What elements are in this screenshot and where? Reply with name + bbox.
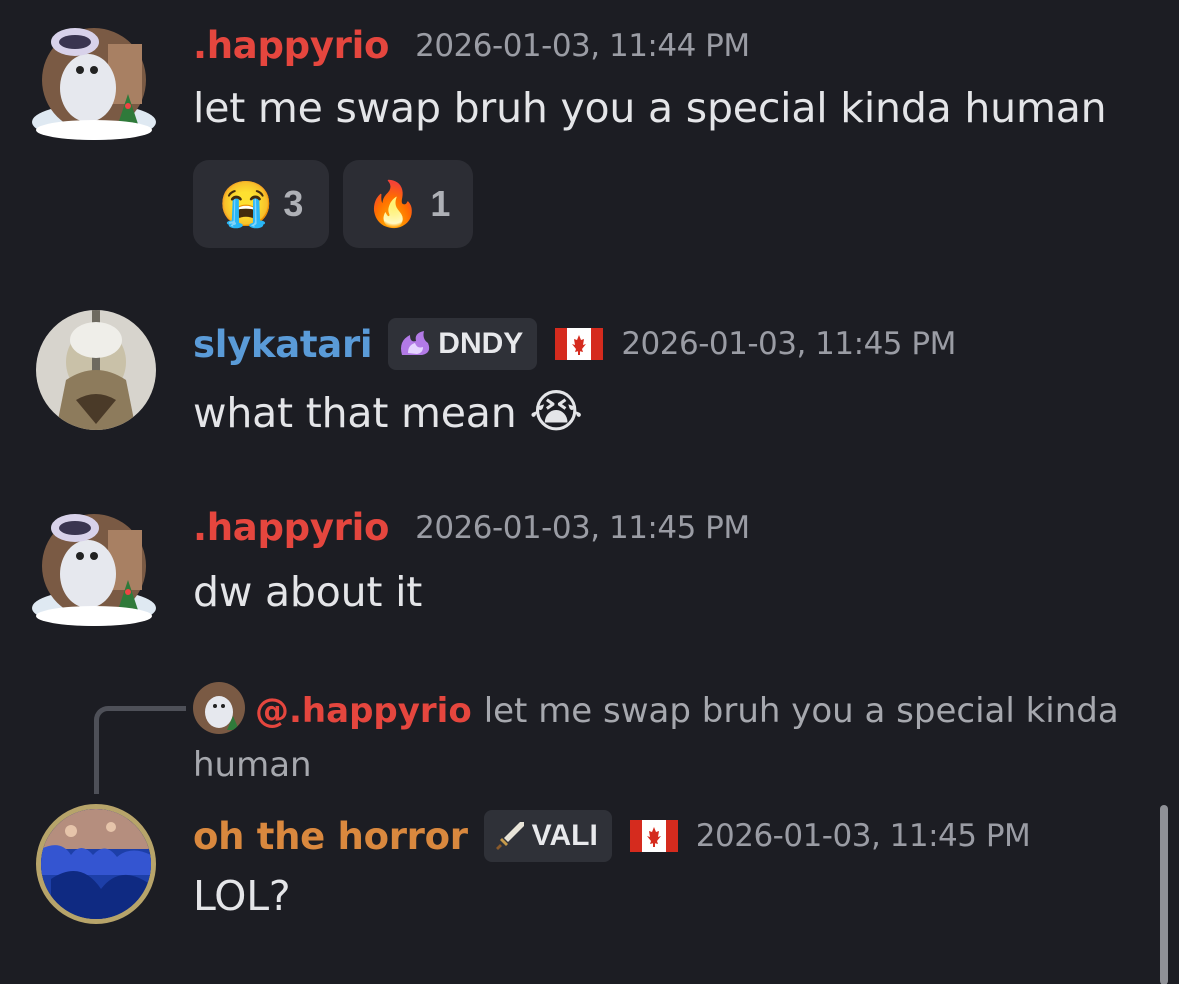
crying-emoji-icon: 😭 <box>218 180 274 229</box>
message-text-body: what that mean <box>193 389 517 437</box>
server-tag[interactable]: DNDY <box>388 318 538 370</box>
canada-flag-icon <box>629 820 678 852</box>
timestamp: 2026-01-03, 11:45 PM <box>695 818 1031 854</box>
message-text: what that mean 😭 <box>193 384 583 438</box>
reaction-crying[interactable]: 😭 3 <box>193 160 329 248</box>
tag-label: VALI <box>531 819 598 852</box>
reactions: 😭 3 🔥 1 <box>193 160 473 248</box>
sword-icon <box>495 822 524 850</box>
username[interactable]: slykatari <box>193 323 373 366</box>
reaction-count: 1 <box>430 183 451 224</box>
message-text: LOL? <box>193 872 291 920</box>
reply-connector <box>94 706 186 794</box>
avatar[interactable] <box>36 804 156 924</box>
timestamp: 2026-01-03, 11:45 PM <box>621 326 956 362</box>
username[interactable]: .happyrio <box>193 506 389 549</box>
message-text: dw about it <box>193 568 423 616</box>
username[interactable]: oh the horror <box>193 815 468 858</box>
timestamp: 2026-01-03, 11:44 PM <box>415 27 750 64</box>
server-tag[interactable]: VALI <box>483 810 612 862</box>
crystal-flame-icon <box>401 331 430 355</box>
username[interactable]: .happyrio <box>193 24 389 67</box>
reaction-fire[interactable]: 🔥 1 <box>343 160 473 248</box>
tag-label: DNDY <box>438 327 524 360</box>
scrollbar[interactable] <box>1160 805 1168 984</box>
crying-emoji-icon: 😭 <box>529 384 583 438</box>
message-text: let me swap bruh you a special kinda hum… <box>193 84 1107 132</box>
reply-mention[interactable]: @.happyrio <box>255 691 472 731</box>
reply-avatar <box>193 682 245 734</box>
canada-flag-icon <box>555 328 604 360</box>
fire-emoji-icon: 🔥 <box>365 180 421 229</box>
avatar[interactable] <box>36 310 156 430</box>
avatar[interactable] <box>30 500 158 628</box>
avatar[interactable] <box>30 14 158 142</box>
timestamp: 2026-01-03, 11:45 PM <box>415 509 750 546</box>
reply-preview[interactable]: @.happyrio let me swap bruh you a special… <box>193 682 1153 792</box>
chat-view: .happyrio 2026-01-03, 11:44 PM let me sw… <box>0 0 1179 984</box>
reaction-count: 3 <box>283 183 304 224</box>
